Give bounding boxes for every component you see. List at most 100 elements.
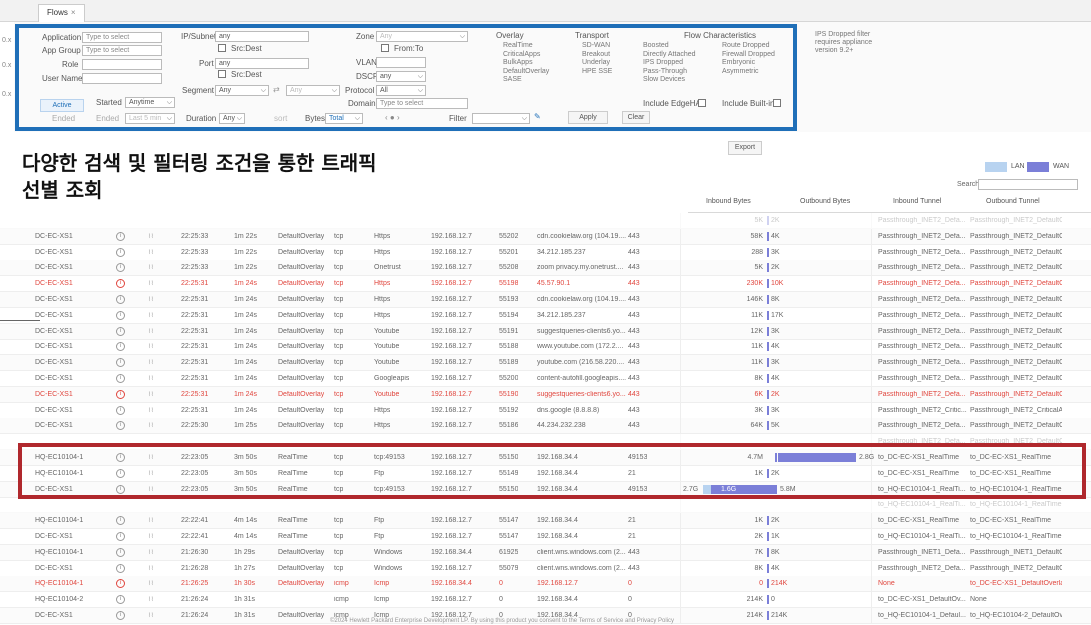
outbound-tunnel-cell: Passthrough_INET2_DefaultOv... xyxy=(970,296,1062,303)
info-icon[interactable]: i xyxy=(116,310,125,320)
table-row[interactable]: i ⌇⌇ DC-EC-XS1 22:25:31 1m 24s DefaultOverlay… xyxy=(0,402,1091,419)
info-icon[interactable]: i xyxy=(116,374,125,383)
info-icon[interactable]: i xyxy=(116,358,125,368)
chart-icon[interactable]: ⌇⌇ xyxy=(148,549,154,556)
destination-cell: 45.57.90.1 xyxy=(537,280,571,288)
header-inbound-tunnel[interactable]: Inbound Tunnel xyxy=(893,198,941,205)
info-icon[interactable]: i xyxy=(116,295,125,304)
bytes-bar xyxy=(767,279,769,289)
info-icon[interactable]: i xyxy=(116,326,125,336)
chart-icon[interactable]: ⌇⌇ xyxy=(148,517,154,524)
chart-icon[interactable]: ⌇⌇ xyxy=(148,580,154,587)
chart-icon[interactable]: ⌇⌇ xyxy=(148,249,154,256)
info-icon[interactable]: i xyxy=(116,611,125,620)
header-outbound-tunnel[interactable]: Outbound Tunnel xyxy=(986,198,1040,205)
inbound-tunnel-cell: to_DC-EC-XS1_RealTime xyxy=(878,517,960,525)
table-row[interactable]: i ⌇⌇ HQ-EC10104-1 22:22:41 4m 14s RealTime tcp… xyxy=(0,513,1091,530)
start-time-cell: 22:22:41 xyxy=(181,533,209,540)
table-row[interactable]: i ⌇⌇ DC-EC-XS1 22:25:31 1m 24s DefaultOverlay… xyxy=(0,323,1091,340)
outbound-bytes-label: 5K xyxy=(771,422,780,430)
chart-icon[interactable]: ⌇⌇ xyxy=(148,612,154,619)
table-row[interactable]: i ⌇⌇ DC-EC-XS1 22:25:31 1m 24s DefaultOverlay… xyxy=(0,307,1091,324)
chart-icon[interactable]: ⌇⌇ xyxy=(148,533,154,540)
table-row[interactable]: i ⌇⌇ DC-EC-XS1 22:25:31 1m 24s DefaultOverlay… xyxy=(0,371,1091,387)
info-icon[interactable]: i xyxy=(116,516,125,526)
tab-flows[interactable]: Flows × xyxy=(38,4,85,22)
chart-icon[interactable]: ⌇⌇ xyxy=(148,596,154,603)
chart-icon[interactable]: ⌇⌇ xyxy=(148,296,154,303)
table-row[interactable]: to_HQ-EC10104-1_RealTi... to_HQ-EC10104-1… xyxy=(0,497,1091,514)
chart-icon[interactable]: ⌇⌇ xyxy=(148,343,154,350)
export-button[interactable]: Export xyxy=(728,141,762,155)
destination-cell: dns.google (8.8.8.8) xyxy=(537,406,600,414)
source-port-cell: 55202 xyxy=(499,232,519,240)
table-row[interactable]: i ⌇⌇ HQ-EC10104-1 21:26:25 1h 30s DefaultOver… xyxy=(0,576,1091,593)
table-row[interactable]: i ⌇⌇ HQ-EC10104-2 21:26:24 1h 31s icmp Icmp 192… xyxy=(0,592,1091,609)
table-row[interactable]: i ⌇⌇ DC-EC-XS1 22:25:33 1m 22s DefaultOverlay… xyxy=(0,228,1091,245)
lan-label: LAN xyxy=(1011,163,1025,170)
header-outbound-bytes[interactable]: Outbound Bytes xyxy=(800,198,850,205)
destination-cell: 44.234.232.238 xyxy=(537,422,586,430)
source-ip-cell: 192.168.12.7 xyxy=(431,533,472,540)
info-icon[interactable]: i xyxy=(116,547,125,557)
search-input[interactable] xyxy=(978,179,1078,190)
table-row[interactable]: i ⌇⌇ DC-EC-XS1 22:25:30 1m 25s DefaultOverlay… xyxy=(0,418,1091,435)
chart-icon[interactable]: ⌇⌇ xyxy=(148,407,154,414)
info-icon[interactable]: i xyxy=(116,579,125,589)
source-port-cell: 55189 xyxy=(499,359,519,367)
info-icon[interactable]: i xyxy=(116,342,125,352)
bytes-bar-cell: 58K 4K xyxy=(680,228,872,245)
info-icon[interactable]: i xyxy=(116,231,125,241)
close-icon[interactable]: × xyxy=(71,8,76,17)
table-row[interactable]: i ⌇⌇ DC-EC-XS1 21:26:28 1h 27s DefaultOverlay… xyxy=(0,560,1091,577)
chart-icon[interactable]: ⌇⌇ xyxy=(148,328,154,335)
table-row[interactable]: i ⌇⌇ DC-EC-XS1 22:22:41 4m 14s RealTime tcp Ftp… xyxy=(0,529,1091,545)
chart-icon[interactable]: ⌇⌇ xyxy=(148,233,154,240)
table-row[interactable]: i ⌇⌇ DC-EC-XS1 22:25:33 1m 22s DefaultOverlay… xyxy=(0,244,1091,261)
table-row[interactable]: i ⌇⌇ DC-EC-XS1 22:25:31 1m 24s DefaultOverlay… xyxy=(0,276,1091,293)
chart-icon[interactable]: ⌇⌇ xyxy=(148,359,154,366)
inbound-bytes-label: 214K xyxy=(746,612,763,619)
table-row[interactable]: i ⌇⌇ DC-EC-XS1 22:25:31 1m 24s DefaultOverlay… xyxy=(0,339,1091,356)
info-icon[interactable]: i xyxy=(116,405,125,415)
chart-icon[interactable]: ⌇⌇ xyxy=(148,280,154,287)
outbound-tunnel-cell: Passthrough_INET1_DefaultOv... xyxy=(970,548,1062,556)
inbound-tunnel-cell: None xyxy=(878,580,895,588)
chart-icon[interactable]: ⌇⌇ xyxy=(148,391,154,398)
chart-icon[interactable]: ⌇⌇ xyxy=(148,312,154,319)
duration-cell: 1m 24s xyxy=(234,343,257,351)
info-icon[interactable]: i xyxy=(116,595,125,605)
destination-port-cell: 0 xyxy=(628,596,632,604)
table-row[interactable]: i ⌇⌇ DC-EC-XS1 22:25:33 1m 22s DefaultOverlay… xyxy=(0,260,1091,277)
info-icon[interactable]: i xyxy=(116,421,125,431)
table-row[interactable]: i ⌇⌇ DC-EC-XS1 22:25:31 1m 24s DefaultOverlay… xyxy=(0,386,1091,403)
bytes-bar-cell: 288 3K xyxy=(680,244,872,261)
info-icon[interactable]: i xyxy=(116,389,125,399)
chart-icon[interactable]: ⌇⌇ xyxy=(148,422,154,429)
info-icon[interactable]: i xyxy=(116,247,125,257)
info-icon[interactable]: i xyxy=(116,263,125,273)
inbound-bytes-label: 64K xyxy=(750,422,763,430)
overlay-cell: DefaultOverlay xyxy=(278,390,325,398)
bytes-bar xyxy=(767,547,769,557)
info-icon[interactable]: i xyxy=(116,279,125,289)
bytes-bar xyxy=(767,295,769,304)
inbound-tunnel-cell: Passthrough_INET2_Defa... xyxy=(878,422,966,430)
start-time-cell: 22:25:31 xyxy=(181,280,209,288)
table-row[interactable]: i ⌇⌇ HQ-EC10104-1 21:26:30 1h 29s DefaultOver… xyxy=(0,544,1091,561)
duration-cell: 1m 24s xyxy=(234,296,257,303)
table-row[interactable]: i ⌇⌇ DC-EC-XS1 22:25:31 1m 24s DefaultOverlay… xyxy=(0,355,1091,372)
chart-icon[interactable]: ⌇⌇ xyxy=(148,264,154,271)
destination-port-cell: 443 xyxy=(628,327,640,335)
outbound-bytes-label: 214K xyxy=(771,612,788,619)
destination-port-cell: 443 xyxy=(628,280,640,288)
info-icon[interactable]: i xyxy=(116,563,125,573)
info-icon[interactable]: i xyxy=(116,532,125,541)
overlay-cell: DefaultOverlay xyxy=(278,564,325,572)
header-inbound-bytes[interactable]: Inbound Bytes xyxy=(706,198,751,205)
chart-icon[interactable]: ⌇⌇ xyxy=(148,565,154,572)
table-row[interactable]: i ⌇⌇ DC-EC-XS1 22:25:31 1m 24s DefaultOverlay… xyxy=(0,292,1091,308)
chart-icon[interactable]: ⌇⌇ xyxy=(148,375,154,382)
table-row[interactable]: 5K 2K Passthrough_INET2_Defa... Passthrough… xyxy=(0,213,1091,229)
left-chart-edge: 0.x 0.x 0.x xyxy=(0,22,14,132)
